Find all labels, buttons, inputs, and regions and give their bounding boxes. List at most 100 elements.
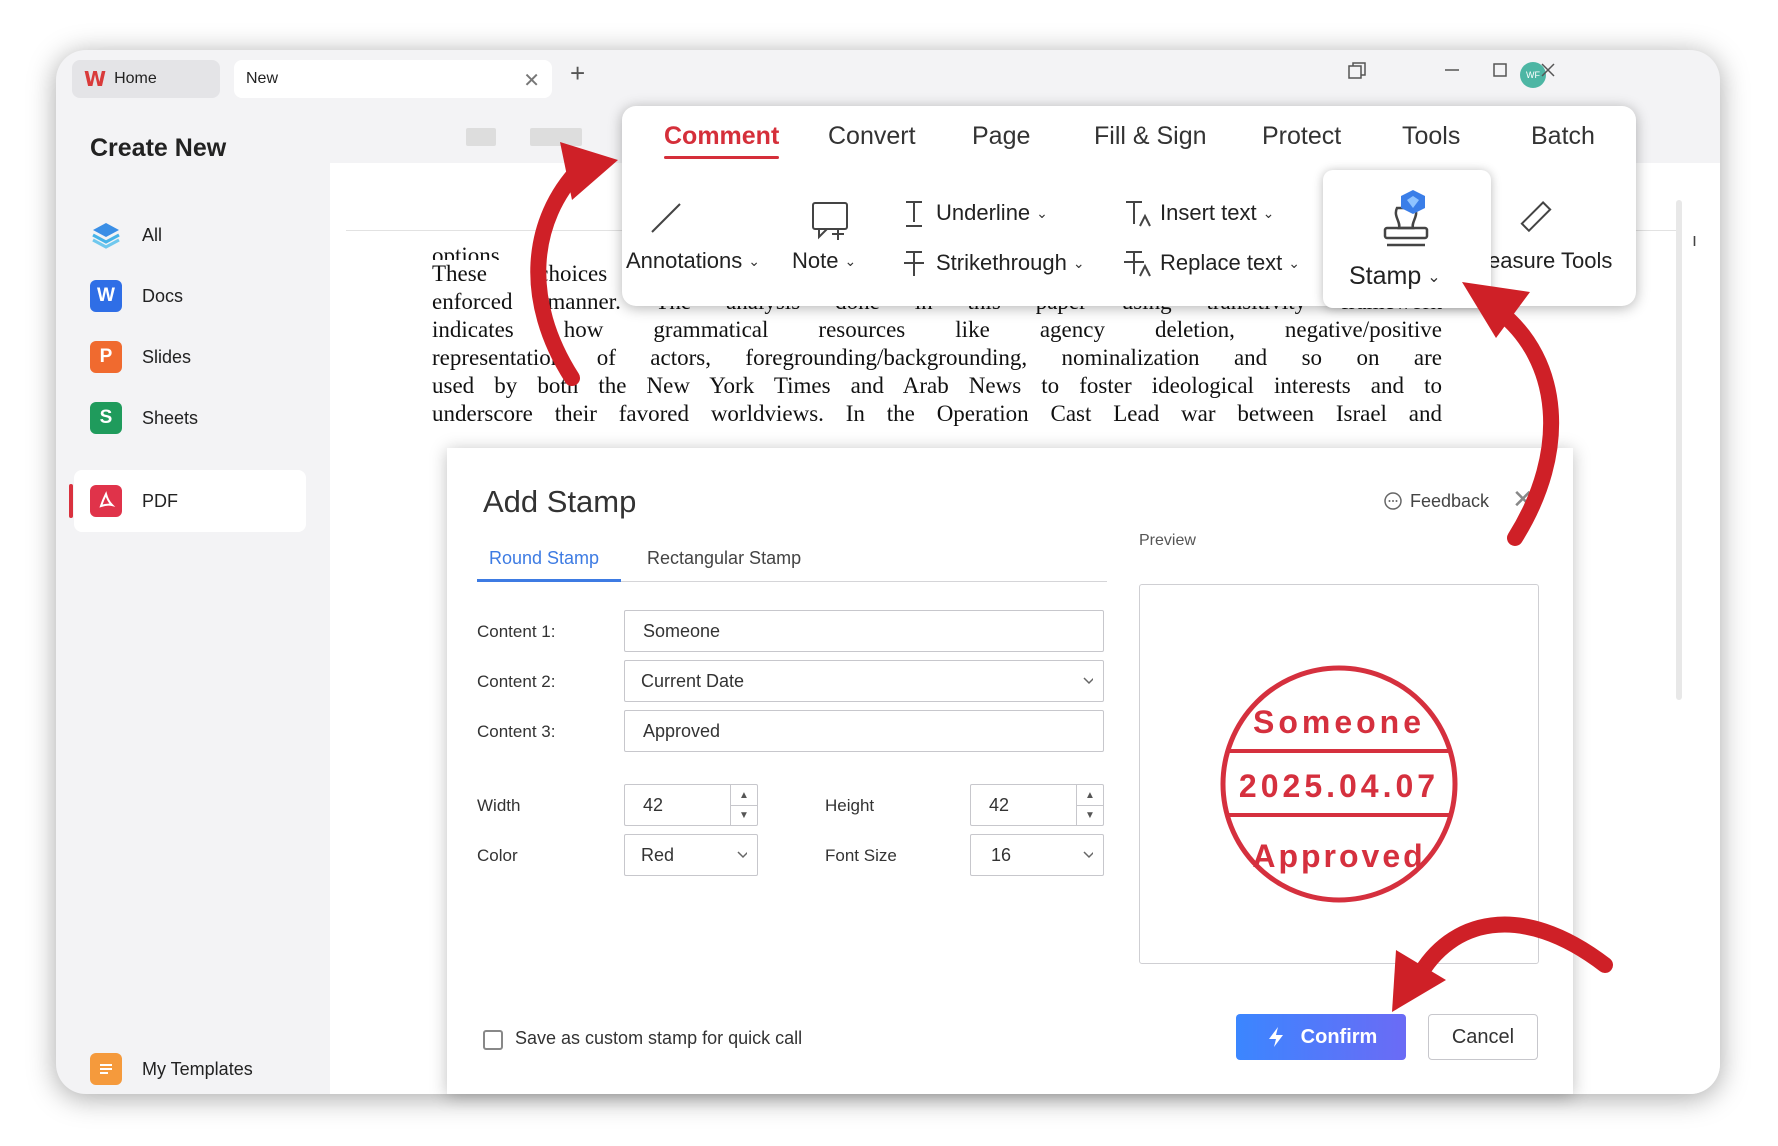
annotations-button[interactable]: Annotations ⌄ — [626, 248, 760, 274]
content2-label: Content 2: — [477, 672, 556, 691]
chevron-down-icon: ⌄ — [1072, 254, 1085, 271]
wps-logo-icon: W — [84, 67, 107, 91]
tab-rectangular-stamp[interactable]: Rectangular Stamp — [647, 548, 801, 569]
sidebar-item-my-templates[interactable]: My Templates — [74, 1038, 306, 1094]
tab-fill-sign[interactable]: Fill & Sign — [1094, 122, 1207, 151]
close-icon[interactable]: ✕ — [1512, 484, 1534, 515]
width-stepper[interactable]: 42 ▲ ▼ — [624, 784, 758, 826]
pen-icon — [646, 198, 686, 243]
stepper: ▲ ▼ — [1076, 785, 1103, 825]
tab-protect[interactable]: Protect — [1262, 122, 1341, 151]
close-icon[interactable]: ✕ — [523, 68, 540, 93]
fontsize-value: 16 — [991, 844, 1012, 865]
tab-round-stamp[interactable]: Round Stamp — [489, 548, 599, 569]
sidebar-item-all[interactable]: All — [74, 204, 306, 266]
stamp-label: Stamp — [1349, 262, 1422, 290]
sidebar-item-pdf[interactable]: PDF — [69, 470, 306, 532]
feedback-label: Feedback — [1410, 490, 1490, 511]
underline-label: Underline — [936, 200, 1031, 225]
chevron-down-icon — [1083, 851, 1093, 859]
content1-value: Someone — [643, 620, 721, 641]
template-icon — [90, 1053, 122, 1085]
chevron-down-icon: ⌄ — [1288, 254, 1301, 271]
fontsize-select[interactable]: 16 — [970, 834, 1104, 876]
note-label: Note — [792, 248, 839, 273]
confirm-label: Confirm — [1300, 1025, 1378, 1048]
content2-select[interactable]: Current Date — [624, 660, 1104, 702]
sidebar-item-sheets[interactable]: S Sheets — [74, 387, 306, 449]
color-value: Red — [641, 844, 675, 865]
scrollbar[interactable] — [1676, 200, 1682, 700]
pdf-line: representation of actors, foregrounding/… — [432, 345, 1442, 370]
width-value: 42 — [643, 794, 664, 815]
content1-input[interactable]: Someone — [624, 610, 1104, 652]
replace-text-label: Replace text — [1160, 250, 1283, 275]
strikethrough-button[interactable]: Strikethrough ⌄ — [900, 248, 1085, 278]
sidebar-item-label: All — [142, 224, 163, 245]
stamp-preview: Someone 2025.04.07 Approved — [1139, 584, 1539, 964]
chevron-up-icon[interactable]: ▲ — [1077, 785, 1103, 806]
dialog-title: Add Stamp — [483, 484, 637, 519]
note-icon — [810, 200, 852, 247]
height-label: Height — [825, 796, 875, 815]
chevron-down-icon: ⌄ — [1427, 268, 1441, 286]
strikethrough-label: Strikethrough — [936, 250, 1067, 275]
measure-tools-label: easure Tools — [1488, 248, 1613, 273]
tab-comment[interactable]: Comment — [664, 122, 780, 159]
annotations-label: Annotations — [626, 248, 743, 273]
chevron-down-icon: ⌄ — [748, 252, 760, 269]
fontsize-label: Font Size — [825, 846, 897, 865]
stamp-date-text: 2025.04.07 — [1239, 768, 1439, 804]
tab-new[interactable]: New ✕ — [234, 60, 552, 98]
restore-windows-icon[interactable] — [1346, 60, 1368, 88]
tab-convert[interactable]: Convert — [828, 122, 916, 151]
note-button[interactable]: Note ⌄ — [792, 248, 856, 274]
confirm-button[interactable]: Confirm — [1236, 1014, 1406, 1060]
minimize-icon[interactable] — [1442, 60, 1462, 86]
maximize-icon[interactable] — [1490, 60, 1510, 86]
ruler-icon — [1516, 198, 1556, 243]
height-value: 42 — [989, 794, 1010, 815]
sidebar-item-slides[interactable]: P Slides — [74, 326, 306, 388]
feedback-button[interactable]: Feedback — [1382, 490, 1489, 512]
content3-value: Approved — [643, 720, 721, 741]
tab-batch[interactable]: Batch — [1531, 122, 1595, 151]
plus-icon[interactable]: + — [570, 58, 585, 89]
docs-icon: W — [90, 280, 122, 312]
replace-text-button[interactable]: Replace text ⌄ — [1122, 248, 1300, 278]
chevron-down-icon: ⌄ — [1262, 204, 1275, 221]
tab-home[interactable]: W Home — [72, 60, 220, 98]
tab-page[interactable]: Page — [972, 122, 1030, 151]
insert-text-icon — [1126, 201, 1151, 227]
color-label: Color — [477, 846, 518, 865]
preview-label: Preview — [1139, 532, 1196, 549]
tab-new-label: New — [246, 70, 279, 87]
folder-icon[interactable] — [466, 128, 496, 146]
color-select[interactable]: Red — [624, 834, 758, 876]
stamp-button[interactable]: Stamp ⌄ — [1323, 170, 1491, 308]
sidebar-item-label: Sheets — [142, 407, 199, 428]
window-close-icon[interactable] — [1538, 60, 1558, 86]
width-label: Width — [477, 796, 521, 815]
chevron-down-icon[interactable]: ▼ — [1077, 805, 1103, 825]
tab-tools[interactable]: Tools — [1402, 122, 1460, 151]
sidebar-item-label: Docs — [142, 285, 184, 306]
stamp-bottom-text: Approved — [1252, 838, 1425, 874]
height-stepper[interactable]: 42 ▲ ▼ — [970, 784, 1104, 826]
cancel-button[interactable]: Cancel — [1428, 1014, 1538, 1060]
content3-input[interactable]: Approved — [624, 710, 1104, 752]
chevron-down-icon[interactable]: ▼ — [731, 805, 757, 825]
underline-button[interactable]: Underline ⌄ — [900, 198, 1048, 228]
sidebar-title: Create New — [90, 134, 227, 162]
strikethrough-icon — [904, 251, 924, 276]
pdf-line: indicates how grammatical resources like… — [432, 317, 1442, 342]
measure-tools-button[interactable]: easure Tools — [1488, 248, 1612, 274]
add-stamp-dialog: Add Stamp Feedback ✕ Round Stamp Rectang… — [447, 448, 1573, 1094]
stamp-icon — [1375, 188, 1437, 257]
insert-text-button[interactable]: Insert text ⌄ — [1122, 198, 1274, 228]
chevron-up-icon[interactable]: ▲ — [731, 785, 757, 806]
sheets-icon: S — [90, 402, 122, 434]
save-custom-checkbox[interactable] — [483, 1030, 503, 1050]
sidebar-item-label: My Templates — [142, 1058, 253, 1079]
sidebar-item-docs[interactable]: W Docs — [74, 265, 306, 327]
